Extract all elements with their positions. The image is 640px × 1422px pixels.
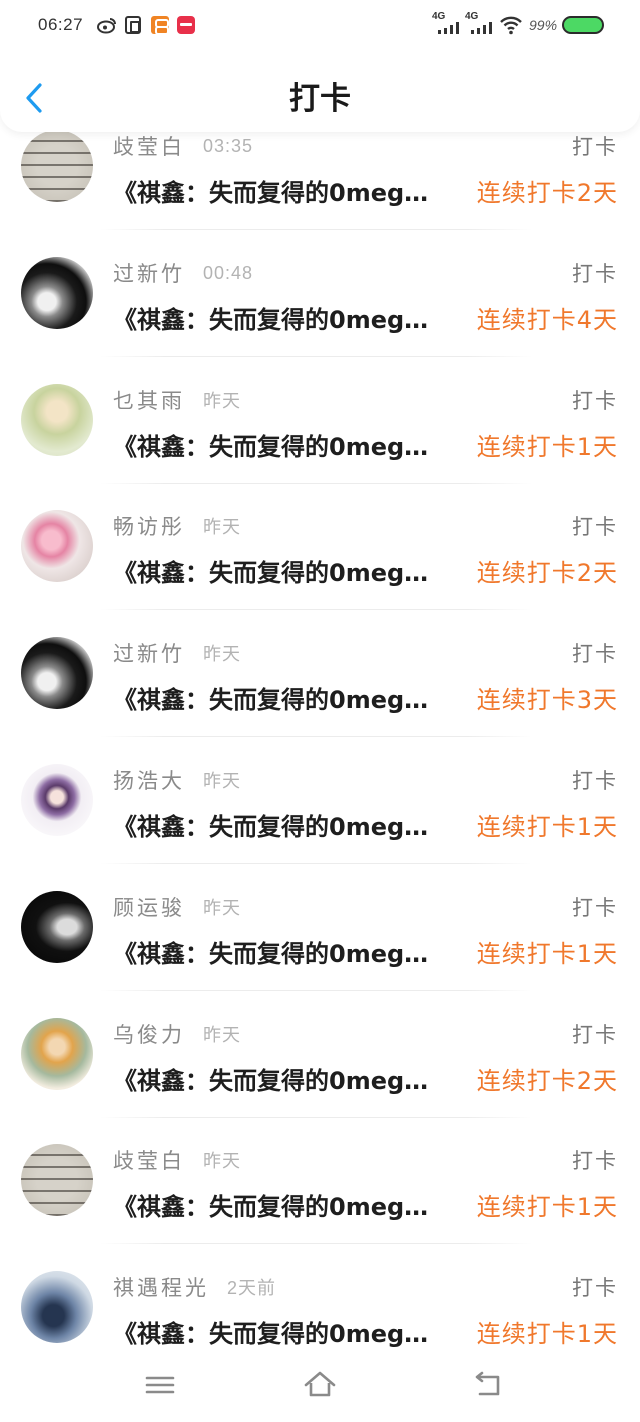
- checkin-label: 打卡: [572, 515, 618, 539]
- network-type: 4G: [432, 11, 446, 22]
- checkin-label: 打卡: [572, 896, 618, 920]
- menu-icon[interactable]: [144, 1370, 176, 1400]
- list-item[interactable]: 乌俊力 昨天 打卡 《祺鑫：失而复得的0meg… 连续打卡2天: [0, 991, 640, 1118]
- checkin-label: 打卡: [572, 642, 618, 666]
- book-title: 《祺鑫：失而复得的0meg…: [113, 939, 429, 968]
- book-title: 《祺鑫：失而复得的0meg…: [113, 178, 429, 207]
- avatar[interactable]: [21, 637, 93, 709]
- book-title: 《祺鑫：失而复得的0meg…: [113, 812, 429, 841]
- signal-icon: 4G: [465, 12, 495, 36]
- streak-badge: 连续打卡2天: [476, 1066, 618, 1095]
- checkin-label: 打卡: [572, 389, 618, 413]
- home-icon[interactable]: [303, 1370, 336, 1400]
- avatar[interactable]: [21, 1144, 93, 1216]
- book-title: 《祺鑫：失而复得的0meg…: [113, 1319, 429, 1348]
- avatar[interactable]: [21, 1018, 93, 1090]
- top-bar: 06:27 4G 4G 99% 打卡: [0, 0, 640, 132]
- checkin-label: 打卡: [572, 1149, 618, 1173]
- checkin-label: 打卡: [572, 769, 618, 793]
- user-name[interactable]: 过新竹: [113, 258, 185, 288]
- status-bar: 06:27 4G 4G 99%: [0, 0, 640, 52]
- network-type: 4G: [465, 11, 479, 22]
- user-name[interactable]: 扬浩大: [113, 765, 185, 795]
- avatar[interactable]: [21, 510, 93, 582]
- book-title: 《祺鑫：失而复得的0meg…: [113, 1066, 429, 1095]
- battery-icon: [562, 16, 604, 34]
- book-title: 《祺鑫：失而复得的0meg…: [113, 1192, 429, 1221]
- book-title: 《祺鑫：失而复得的0meg…: [113, 432, 429, 461]
- header: 打卡: [0, 52, 640, 132]
- post-time: 00:48: [203, 262, 254, 283]
- post-time: 昨天: [203, 1025, 241, 1045]
- avatar[interactable]: [21, 764, 93, 836]
- user-name[interactable]: 歧莹白: [113, 1145, 185, 1175]
- streak-badge: 连续打卡3天: [476, 685, 618, 714]
- streak-badge: 连续打卡4天: [476, 305, 618, 334]
- checkin-label: 打卡: [572, 135, 618, 159]
- streak-badge: 连续打卡2天: [476, 558, 618, 587]
- system-nav-bar: [0, 1348, 640, 1422]
- user-name[interactable]: 过新竹: [113, 638, 185, 668]
- streak-badge: 连续打卡1天: [476, 432, 618, 461]
- post-time: 昨天: [203, 517, 241, 537]
- app-icon: [151, 16, 169, 35]
- user-name[interactable]: 畅访彤: [113, 511, 185, 541]
- list-item[interactable]: 歧莹白 昨天 打卡 《祺鑫：失而复得的0meg… 连续打卡1天: [0, 1117, 640, 1244]
- avatar[interactable]: [21, 384, 93, 456]
- post-time: 昨天: [203, 771, 241, 791]
- checkin-list[interactable]: 歧莹白 03:35 打卡 《祺鑫：失而复得的0meg… 连续打卡2天 过新竹 0…: [0, 0, 640, 1422]
- post-time: 2天前: [227, 1278, 277, 1298]
- avatar[interactable]: [21, 257, 93, 329]
- book-title: 《祺鑫：失而复得的0meg…: [113, 685, 429, 714]
- list-item[interactable]: 顾运骏 昨天 打卡 《祺鑫：失而复得的0meg… 连续打卡1天: [0, 864, 640, 991]
- signal-icon: 4G: [432, 12, 462, 36]
- user-name[interactable]: 乜其雨: [113, 385, 185, 415]
- book-title: 《祺鑫：失而复得的0meg…: [113, 558, 429, 587]
- post-time: 昨天: [203, 1151, 241, 1171]
- back-icon[interactable]: [472, 1370, 504, 1400]
- app-icon: [177, 16, 195, 34]
- streak-badge: 连续打卡1天: [476, 1319, 618, 1348]
- status-time: 06:27: [38, 15, 84, 34]
- post-time: 03:35: [203, 135, 254, 156]
- battery-percent: 99%: [529, 17, 558, 33]
- weibo-icon: [97, 16, 116, 34]
- list-item[interactable]: 扬浩大 昨天 打卡 《祺鑫：失而复得的0meg… 连续打卡1天: [0, 737, 640, 864]
- streak-badge: 连续打卡1天: [476, 939, 618, 968]
- user-name[interactable]: 祺遇程光: [113, 1272, 209, 1302]
- streak-badge: 连续打卡1天: [476, 1192, 618, 1221]
- app-icon: [125, 16, 141, 34]
- checkin-label: 打卡: [572, 262, 618, 286]
- checkin-label: 打卡: [572, 1023, 618, 1047]
- post-time: 昨天: [203, 644, 241, 664]
- user-name[interactable]: 顾运骏: [113, 892, 185, 922]
- avatar[interactable]: [21, 130, 93, 202]
- user-name[interactable]: 乌俊力: [113, 1019, 185, 1049]
- page-title: 打卡: [289, 81, 351, 117]
- book-title: 《祺鑫：失而复得的0meg…: [113, 305, 429, 334]
- post-time: 昨天: [203, 898, 241, 918]
- list-item[interactable]: 乜其雨 昨天 打卡 《祺鑫：失而复得的0meg… 连续打卡1天: [0, 357, 640, 484]
- streak-badge: 连续打卡1天: [476, 812, 618, 841]
- list-item[interactable]: 畅访彤 昨天 打卡 《祺鑫：失而复得的0meg… 连续打卡2天: [0, 483, 640, 610]
- list-item[interactable]: 过新竹 00:48 打卡 《祺鑫：失而复得的0meg… 连续打卡4天: [0, 230, 640, 357]
- avatar[interactable]: [21, 1271, 93, 1343]
- user-name[interactable]: 歧莹白: [113, 131, 185, 161]
- avatar[interactable]: [21, 891, 93, 963]
- streak-badge: 连续打卡2天: [476, 178, 618, 207]
- post-time: 昨天: [203, 391, 241, 411]
- wifi-icon: [499, 15, 523, 35]
- checkin-label: 打卡: [572, 1276, 618, 1300]
- list-item[interactable]: 过新竹 昨天 打卡 《祺鑫：失而复得的0meg… 连续打卡3天: [0, 610, 640, 737]
